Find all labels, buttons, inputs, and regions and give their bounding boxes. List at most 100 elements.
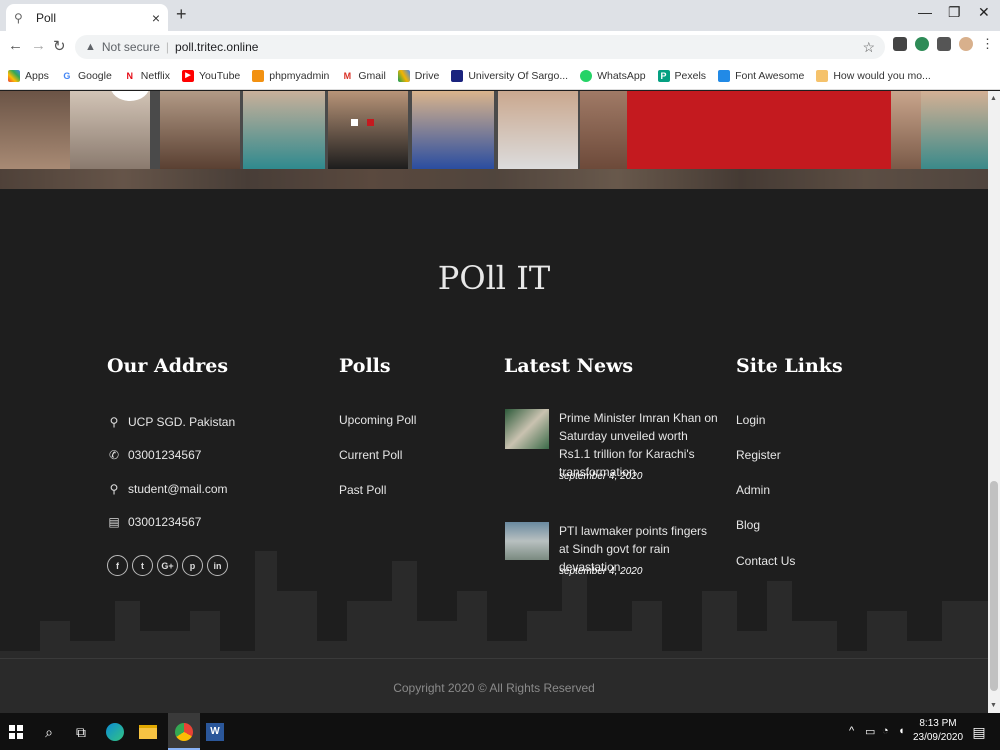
social-links: f t G+ p in: [107, 555, 228, 576]
browser-toolbar: ← → ↻ ▲ Not secure | poll.tritec.online …: [0, 31, 1000, 62]
link-current-poll[interactable]: Current Poll: [339, 448, 402, 462]
bookmark-whatsapp[interactable]: WhatsApp: [580, 69, 646, 82]
address-phone: ✆ 03001234567: [108, 448, 202, 462]
bookmark-youtube[interactable]: ▶ YouTube: [181, 69, 240, 82]
news-thumbnail-2[interactable]: [505, 522, 549, 560]
taskbar-clock[interactable]: 8:13 PM 23/09/2020: [912, 717, 964, 745]
close-window-button[interactable]: ✕: [978, 4, 990, 21]
browser-tab[interactable]: ⚲ Poll ×: [6, 4, 168, 31]
pinterest-icon[interactable]: p: [182, 555, 203, 576]
pexels-icon: P: [657, 69, 670, 82]
address-bar[interactable]: ▲ Not secure | poll.tritec.online ☆: [75, 35, 885, 59]
bookmarks-bar: Apps G Google N Netflix ▶ YouTube phpmyadmi…: [0, 62, 1000, 90]
omnibox-separator: |: [165, 40, 170, 54]
windows-taskbar: ⌕ ⧉ W ^ ▭ ◔ ◖ 8:13 PM 23/09/2020 ▤: [0, 713, 1000, 750]
news-thumbnail-1[interactable]: [505, 409, 549, 449]
hero-red-panel: [627, 91, 891, 169]
bookmark-phpmyadmin[interactable]: phpmyadmin: [252, 69, 329, 82]
fax-icon: ▤: [108, 515, 120, 529]
gmail-icon: M: [341, 69, 354, 82]
new-tab-button[interactable]: +: [176, 4, 187, 25]
eyedropper-extension-icon[interactable]: [893, 37, 907, 51]
google-plus-icon[interactable]: G+: [157, 555, 178, 576]
warning-icon: ▲: [85, 41, 96, 53]
linkedin-icon[interactable]: in: [207, 555, 228, 576]
map-marker-icon: ⚲: [109, 482, 119, 496]
bookmark-pexels[interactable]: P Pexels: [657, 69, 706, 82]
news-heading: Latest News: [504, 355, 634, 377]
minimize-button[interactable]: —: [918, 4, 932, 20]
word-icon[interactable]: W: [204, 721, 226, 743]
notifications-icon[interactable]: ▤: [968, 721, 990, 743]
bookmark-how-would-you[interactable]: How would you mo...: [816, 69, 931, 82]
site-links-heading: Site Links: [736, 355, 843, 377]
font-awesome-icon: [718, 69, 731, 82]
tray-chevron-icon[interactable]: ^: [849, 725, 854, 737]
bookmark-drive[interactable]: Drive: [397, 69, 439, 82]
bookmark-google[interactable]: G Google: [60, 69, 112, 82]
menu-kebab-icon[interactable]: ⋮: [981, 37, 994, 51]
footer-brand-title: POll IT: [437, 259, 551, 297]
netflix-icon: N: [123, 69, 136, 82]
scrollbar-thumb[interactable]: [990, 481, 998, 691]
whatsapp-icon: [580, 69, 593, 82]
polls-heading: Polls: [339, 355, 391, 377]
link-blog[interactable]: Blog: [736, 518, 760, 532]
tab-close-button[interactable]: ×: [152, 10, 160, 26]
profile-avatar-icon[interactable]: [959, 37, 973, 51]
copyright-text: Copyright 2020 © All Rights Reserved: [393, 681, 595, 695]
address-email: ⚲ student@mail.com: [107, 482, 228, 496]
puzzle-extension-icon[interactable]: [937, 37, 951, 51]
reload-icon[interactable]: ↻: [53, 37, 66, 55]
page-viewport: POll IT Our Addres ⚲ UCP SGD. Pakistan ✆ 0…: [0, 91, 988, 713]
footer-divider: [0, 658, 988, 659]
address-heading: Our Addres: [107, 355, 229, 377]
apps-grid-icon: [8, 69, 20, 82]
phpmyadmin-icon: [252, 69, 265, 82]
link-register[interactable]: Register: [736, 448, 781, 462]
battery-icon[interactable]: ▭: [865, 725, 875, 738]
youtube-icon: ▶: [181, 69, 194, 82]
clock-time: 8:13 PM: [919, 718, 957, 729]
map-marker-icon: ⚲: [109, 415, 119, 429]
windows-start-icon[interactable]: [5, 721, 27, 743]
back-icon[interactable]: ←: [8, 37, 23, 54]
bookmark-font-awesome[interactable]: Font Awesome: [718, 69, 804, 82]
carousel-dot-1[interactable]: [351, 119, 358, 126]
bookmark-star-icon[interactable]: ☆: [862, 39, 875, 56]
address-fax: ▤ 03001234567: [108, 515, 202, 529]
edge-icon[interactable]: [104, 721, 126, 743]
scroll-down-icon[interactable]: ▼: [990, 702, 997, 709]
twitter-icon[interactable]: t: [132, 555, 153, 576]
task-view-icon[interactable]: ⧉: [70, 721, 92, 743]
carousel-dot-2[interactable]: [367, 119, 374, 126]
file-explorer-icon[interactable]: [137, 721, 159, 743]
url-text: poll.tritec.online: [175, 40, 259, 54]
security-label: Not secure: [101, 40, 160, 54]
bookmark-university[interactable]: University Of Sargo...: [451, 69, 568, 82]
link-login[interactable]: Login: [736, 413, 765, 427]
bookmark-apps[interactable]: Apps: [8, 69, 49, 82]
page-scrollbar[interactable]: ▲ ▼: [988, 91, 1000, 713]
globe-extension-icon[interactable]: [915, 37, 929, 51]
clock-date: 23/09/2020: [912, 732, 964, 743]
facebook-icon[interactable]: f: [107, 555, 128, 576]
volume-icon[interactable]: ◖: [898, 725, 905, 737]
search-icon[interactable]: ⌕: [38, 721, 60, 743]
link-past-poll[interactable]: Past Poll: [339, 483, 386, 497]
wifi-icon[interactable]: ◔: [882, 725, 889, 737]
bookmark-page-icon: [816, 69, 829, 82]
chrome-icon[interactable]: [173, 721, 195, 743]
hero-banner: [0, 91, 988, 189]
restore-button[interactable]: ❐: [948, 4, 961, 21]
news-date-1: september 4, 2020: [559, 471, 643, 482]
bookmark-netflix[interactable]: N Netflix: [123, 69, 170, 82]
link-contact-us[interactable]: Contact Us: [736, 554, 795, 568]
scroll-up-icon[interactable]: ▲: [990, 95, 997, 102]
phone-icon: ✆: [108, 448, 120, 462]
poll-favicon-icon: ⚲: [14, 10, 23, 25]
bookmark-gmail[interactable]: M Gmail: [341, 69, 386, 82]
link-admin[interactable]: Admin: [736, 483, 770, 497]
forward-icon[interactable]: →: [31, 37, 46, 54]
link-upcoming-poll[interactable]: Upcoming Poll: [339, 413, 416, 427]
